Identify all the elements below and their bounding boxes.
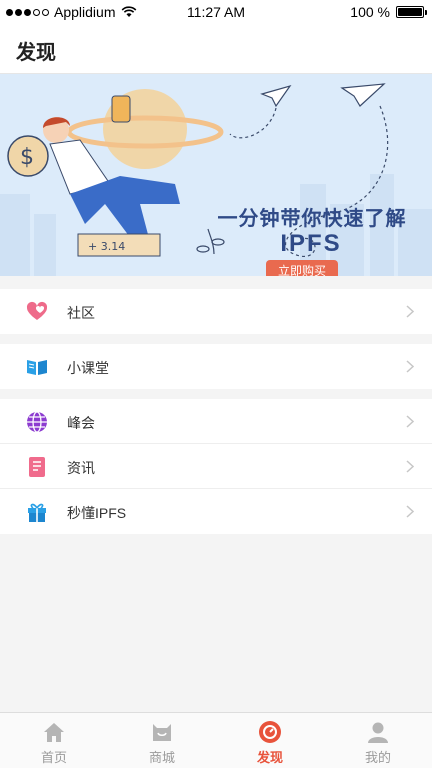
- tab-label: 我的: [364, 750, 391, 765]
- home-icon: [44, 723, 64, 742]
- banner-title: 一分钟带你快速了解: [217, 208, 407, 230]
- tab-label: 发现: [256, 750, 283, 765]
- chevron-right-icon: [406, 460, 414, 473]
- menu-item-ipfs[interactable]: 秒懂IPFS: [0, 489, 432, 534]
- svg-text:+ 3.14: + 3.14: [88, 240, 125, 253]
- chevron-right-icon: [406, 360, 414, 373]
- battery-percentage: 100 %: [350, 4, 390, 20]
- menu-item-label: 小课堂: [67, 360, 109, 376]
- buy-now-button[interactable]: 立即购买: [266, 260, 338, 276]
- promo-banner[interactable]: $ + 3.14 一分钟带你快速了解 IPFS 立即购买: [0, 74, 432, 276]
- tab-label: 商城: [148, 750, 175, 765]
- menu-item-news[interactable]: 资讯: [0, 444, 432, 489]
- tab-label: 首页: [40, 750, 67, 765]
- tab-home[interactable]: 首页: [0, 713, 108, 768]
- profile-icon: [368, 722, 388, 743]
- menu-item-label: 秒懂IPFS: [67, 505, 127, 521]
- menu-group-classroom: 小课堂: [0, 344, 432, 389]
- shop-icon: [153, 724, 171, 741]
- tab-profile[interactable]: 我的: [324, 713, 432, 768]
- battery-icon: [396, 6, 427, 18]
- tab-discover[interactable]: 发现: [216, 713, 324, 768]
- menu-item-label: 社区: [67, 305, 95, 321]
- gift-icon: [28, 503, 46, 522]
- chevron-right-icon: [406, 505, 414, 518]
- book-icon: [27, 360, 47, 375]
- status-right: 100 %: [350, 4, 427, 20]
- menu-group-more: 峰会 资讯 秒懂IPFS: [0, 399, 432, 534]
- banner-illustration: $ + 3.14: [0, 83, 432, 276]
- menu-item-label: 峰会: [67, 415, 95, 431]
- tab-shop[interactable]: 商城: [108, 713, 216, 768]
- svg-text:$: $: [20, 145, 34, 170]
- menu-item-label: 资讯: [67, 460, 95, 476]
- discover-icon: [259, 721, 281, 743]
- heart-icon: [26, 301, 48, 320]
- chevron-right-icon: [406, 305, 414, 318]
- globe-icon: [27, 411, 47, 433]
- tab-bar: 首页 商城 发现 我的: [0, 712, 432, 768]
- chevron-right-icon: [406, 415, 414, 428]
- status-bar: Applidium 11:27 AM 100 %: [0, 0, 432, 24]
- page-title: 发现: [16, 42, 56, 64]
- banner-subtitle: IPFS: [280, 230, 342, 257]
- navigation-bar: 发现: [0, 24, 432, 74]
- menu-item-classroom[interactable]: 小课堂: [0, 344, 432, 389]
- news-icon: [29, 457, 45, 477]
- menu-item-summit[interactable]: 峰会: [0, 399, 432, 444]
- menu-group-community: 社区: [0, 289, 432, 334]
- menu-item-community[interactable]: 社区: [0, 289, 432, 334]
